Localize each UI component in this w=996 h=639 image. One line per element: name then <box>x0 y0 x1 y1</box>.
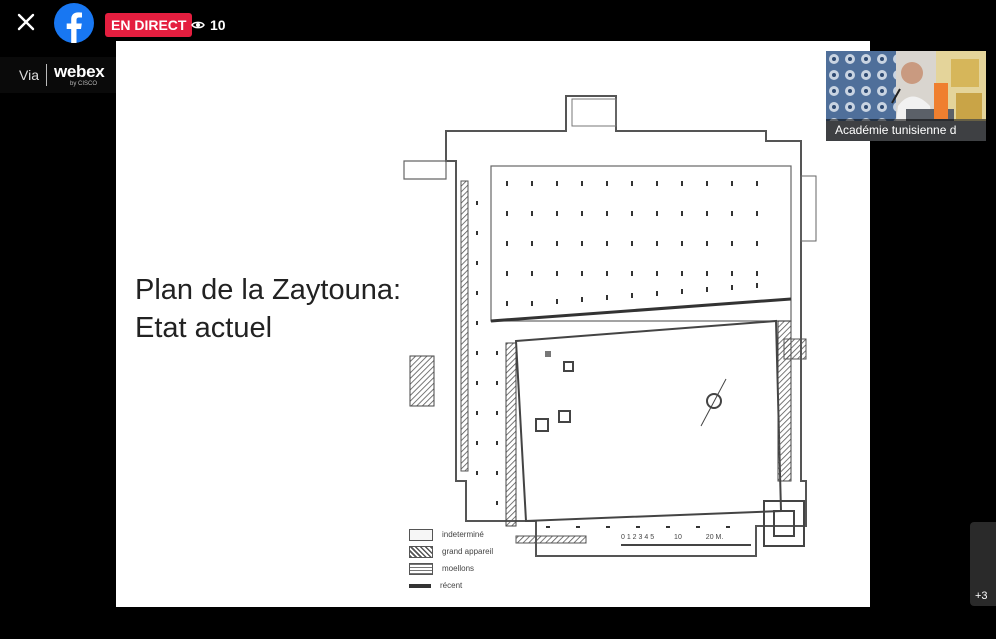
divider <box>45 64 47 86</box>
participant-video-tile[interactable]: Académie tunisienne d <box>826 51 986 141</box>
slide-title-line2: Etat actuel <box>135 312 273 344</box>
legend-label: grand appareil <box>442 547 494 556</box>
mosque-floor-plan <box>403 95 817 557</box>
legend-swatch <box>409 562 433 575</box>
slide-title-line1: Plan de la Zaytouna: <box>135 274 402 306</box>
legend-item: grand appareil <box>409 543 493 560</box>
more-participants-button[interactable]: +3 <box>970 522 996 606</box>
facebook-logo-icon[interactable] <box>54 3 94 43</box>
shared-slide: Plan de la Zaytouna: Etat actuel indeter… <box>116 41 870 607</box>
webex-badge: Via webex by CISCO <box>0 57 123 93</box>
more-participants-count: +3 <box>975 590 988 602</box>
column-grid <box>506 181 758 306</box>
scale-end-label: 10 <box>674 534 682 541</box>
close-button[interactable] <box>14 10 38 34</box>
scale-line <box>621 544 751 546</box>
scale-bar: 0 1 2 3 4 5 10 20 M. <box>621 534 751 546</box>
legend-label: récent <box>440 581 463 590</box>
via-label: Via <box>19 67 39 83</box>
legend-item: récent <box>409 577 493 594</box>
legend-item: indeterminé <box>409 526 493 543</box>
legend-label: moellons <box>442 564 475 573</box>
top-bar: EN DIRECT 10 <box>0 0 996 46</box>
eye-icon <box>191 21 205 29</box>
scale-label: 0 1 2 3 4 5 <box>621 534 655 541</box>
participant-name: Académie tunisienne d <box>826 119 986 141</box>
scale-right-label: 20 M. <box>705 534 724 541</box>
plan-legend: indeterminé grand appareil moellons réce… <box>409 526 493 594</box>
webex-logo: webex by CISCO <box>53 62 105 87</box>
legend-label: indeterminé <box>442 530 484 539</box>
close-icon <box>17 13 35 31</box>
viewer-count-value: 10 <box>210 17 226 33</box>
webex-brand-label: webex <box>53 62 105 81</box>
legend-swatch <box>409 528 433 541</box>
legend-swatch <box>409 545 433 558</box>
slide-title: Plan de la Zaytouna: Etat actuel <box>135 271 401 347</box>
live-badge: EN DIRECT <box>105 13 193 37</box>
webex-brand-sub: by CISCO <box>69 81 97 87</box>
legend-swatch <box>409 583 431 588</box>
legend-item: moellons <box>409 560 493 577</box>
viewer-count: 10 <box>191 15 226 35</box>
